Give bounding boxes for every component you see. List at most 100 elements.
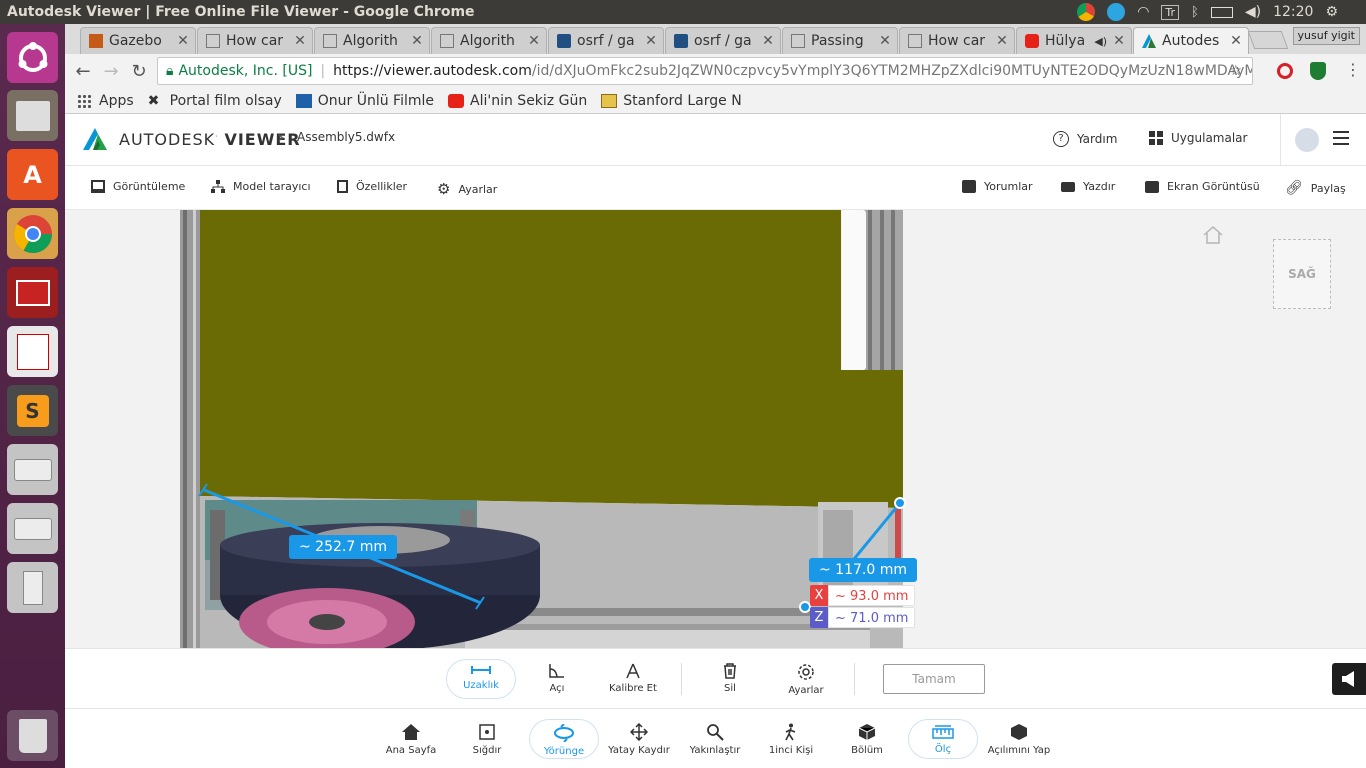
trash-icon[interactable]	[7, 710, 58, 761]
fl-icon	[295, 93, 312, 108]
close-icon[interactable]: ✕	[409, 33, 425, 49]
pdf-reader-icon[interactable]	[7, 326, 58, 377]
presentation-app-icon[interactable]	[7, 267, 58, 318]
reload-icon[interactable]: ↻	[125, 61, 153, 82]
3d-viewport[interactable]: SAĞ ~ 252.7 mm ~ 117.0 mm X ~ 93.0 mm Z …	[65, 210, 1366, 648]
avatar[interactable]	[1295, 128, 1319, 152]
shield-extension-icon[interactable]	[1310, 62, 1326, 80]
opera-extension-icon[interactable]	[1277, 63, 1293, 79]
nav-fit-button[interactable]: Sığdır	[449, 723, 525, 756]
measurement-label-x[interactable]: X ~ 93.0 mm	[810, 585, 916, 606]
telegram-tray-icon[interactable]	[1107, 3, 1126, 21]
bookmark-apps[interactable]: Apps	[77, 93, 134, 109]
nav-measure-button[interactable]: Ölç	[908, 719, 978, 759]
nav-explode-button[interactable]: Açılımını Yap	[981, 723, 1057, 756]
toolbar-settings-button[interactable]: ⚙ Ayarlar	[437, 180, 497, 198]
nav-section-button[interactable]: Bölüm	[829, 723, 905, 756]
browser-tab[interactable]: Gazebo ✕	[80, 27, 196, 54]
toolbar-model-browser-button[interactable]: Model tarayıcı	[211, 180, 311, 193]
toolbar-comments-button[interactable]: Yorumlar	[962, 180, 1033, 193]
page-icon	[791, 34, 805, 48]
keyboard-layout-indicator[interactable]: Tr	[1161, 4, 1180, 20]
browser-tab[interactable]: Hülya ◀) ✕	[1016, 27, 1132, 54]
sublime-text-icon[interactable]: S	[7, 385, 58, 436]
toolbar-print-button[interactable]: Yazdır	[1061, 180, 1115, 193]
toolbar-share-button[interactable]: 🔗︎ Paylaş	[1285, 180, 1346, 196]
bookmark-item[interactable]: Ali'nin Sekiz Gün	[448, 93, 587, 109]
browser-tab[interactable]: How car ✕	[197, 27, 313, 54]
page-icon	[323, 34, 337, 48]
nav-zoom-button[interactable]: Yakınlaştır	[677, 723, 753, 756]
nav-orbit-button[interactable]: Yörünge	[529, 719, 599, 759]
bookmark-item[interactable]: Onur Ünlü Filmle	[295, 93, 434, 109]
chrome-menu-icon[interactable]: ⋮	[1345, 60, 1361, 79]
browser-tab[interactable]: osrf / ga ✕	[548, 27, 664, 54]
bookmark-item[interactable]: ✖ Portal film olsay	[148, 93, 282, 109]
files-icon[interactable]	[7, 90, 58, 141]
nav-home-button[interactable]: Ana Sayfa	[373, 723, 449, 756]
close-icon[interactable]: ✕	[877, 33, 893, 49]
feedback-button[interactable]	[1332, 663, 1366, 695]
page-icon	[908, 34, 922, 48]
forward-icon[interactable]: →	[97, 61, 125, 82]
drive-icon[interactable]	[7, 444, 58, 495]
chrome-launcher-icon[interactable]	[7, 208, 58, 259]
wifi-icon[interactable]: ◠	[1137, 4, 1149, 20]
bluetooth-icon[interactable]: ᛒ	[1191, 5, 1199, 20]
profile-chip[interactable]: yusuf yigit	[1292, 27, 1360, 45]
browser-tab[interactable]: Passing ✕	[782, 27, 898, 54]
viewcube[interactable]: SAĞ	[1273, 239, 1331, 309]
new-tab-button[interactable]	[1247, 31, 1289, 49]
close-icon[interactable]: ✕	[1228, 33, 1244, 49]
address-bar[interactable]: 🔒︎ Autodesk, Inc. [US] | https://viewer.…	[157, 57, 1253, 85]
help-button[interactable]: ? Yardım	[1053, 131, 1117, 147]
measure-angle-button[interactable]: Açı	[522, 663, 592, 694]
back-icon[interactable]: ←	[69, 61, 97, 82]
gear-icon[interactable]: ⚙	[1325, 4, 1338, 20]
close-icon[interactable]: ✕	[1111, 33, 1127, 49]
measure-distance-button[interactable]: Uzaklık	[446, 659, 516, 699]
browser-tab[interactable]: How car ✕	[899, 27, 1015, 54]
battery-icon[interactable]	[1210, 6, 1233, 18]
close-icon[interactable]: ✕	[292, 33, 308, 49]
delete-measurement-button[interactable]: Sil	[695, 663, 765, 694]
chrome-tray-icon[interactable]	[1077, 3, 1096, 21]
measurement-label-distance-1[interactable]: ~ 252.7 mm	[289, 535, 397, 559]
close-icon[interactable]: ✕	[175, 33, 191, 49]
toolbar-properties-button[interactable]: Özellikler	[337, 180, 407, 193]
volume-icon[interactable]: ◀)	[1245, 4, 1261, 20]
nav-first-person-button[interactable]: 1inci Kişi	[753, 723, 829, 756]
measurement-label-z[interactable]: Z ~ 71.0 mm	[810, 607, 916, 628]
drive-icon[interactable]	[7, 503, 58, 554]
autodesk-icon	[1142, 34, 1156, 48]
measure-settings-button[interactable]: Ayarlar	[771, 663, 841, 696]
hamburger-menu-icon[interactable]	[1333, 131, 1349, 149]
close-icon[interactable]: ✕	[526, 33, 542, 49]
browser-tab[interactable]: Algorith ✕	[314, 27, 430, 54]
bookmark-star-icon[interactable]: ☆	[1229, 63, 1242, 79]
usb-drive-icon[interactable]	[7, 562, 58, 613]
browser-tab[interactable]: osrf / ga ✕	[665, 27, 781, 54]
home-icon[interactable]	[1202, 225, 1224, 248]
window-title: Autodesk Viewer | Free Online File Viewe…	[7, 4, 475, 20]
close-icon[interactable]: ✕	[643, 33, 659, 49]
close-icon[interactable]: ✕	[760, 33, 776, 49]
browser-tab-active[interactable]: Autodes ✕	[1133, 27, 1249, 54]
close-icon[interactable]: ✕	[994, 33, 1010, 49]
toolbar-view-button[interactable]: Görüntüleme	[91, 180, 185, 193]
speaker-icon[interactable]: ◀)	[1094, 35, 1107, 48]
done-button[interactable]: Tamam	[883, 664, 985, 694]
nav-pan-button[interactable]: Yatay Kaydır	[601, 723, 677, 756]
clock[interactable]: 12:20	[1273, 4, 1313, 20]
model-render[interactable]	[65, 210, 1366, 648]
bookmark-item[interactable]: Stanford Large N	[601, 93, 742, 109]
autodesk-logo-icon[interactable]	[83, 128, 107, 150]
toolbar-screenshot-button[interactable]: Ekran Görüntüsü	[1145, 180, 1260, 193]
software-center-icon[interactable]: A	[7, 149, 58, 200]
calibrate-button[interactable]: Kalibre Et	[598, 663, 668, 694]
browser-tab[interactable]: Algorith ✕	[431, 27, 547, 54]
measurement-label-distance-2[interactable]: ~ 117.0 mm	[809, 558, 917, 582]
ubuntu-dash-icon[interactable]	[7, 32, 58, 83]
apps-button[interactable]: Uygulamalar	[1149, 131, 1247, 145]
brand-wordmark[interactable]: AUTODESK· VIEWER	[119, 130, 301, 149]
